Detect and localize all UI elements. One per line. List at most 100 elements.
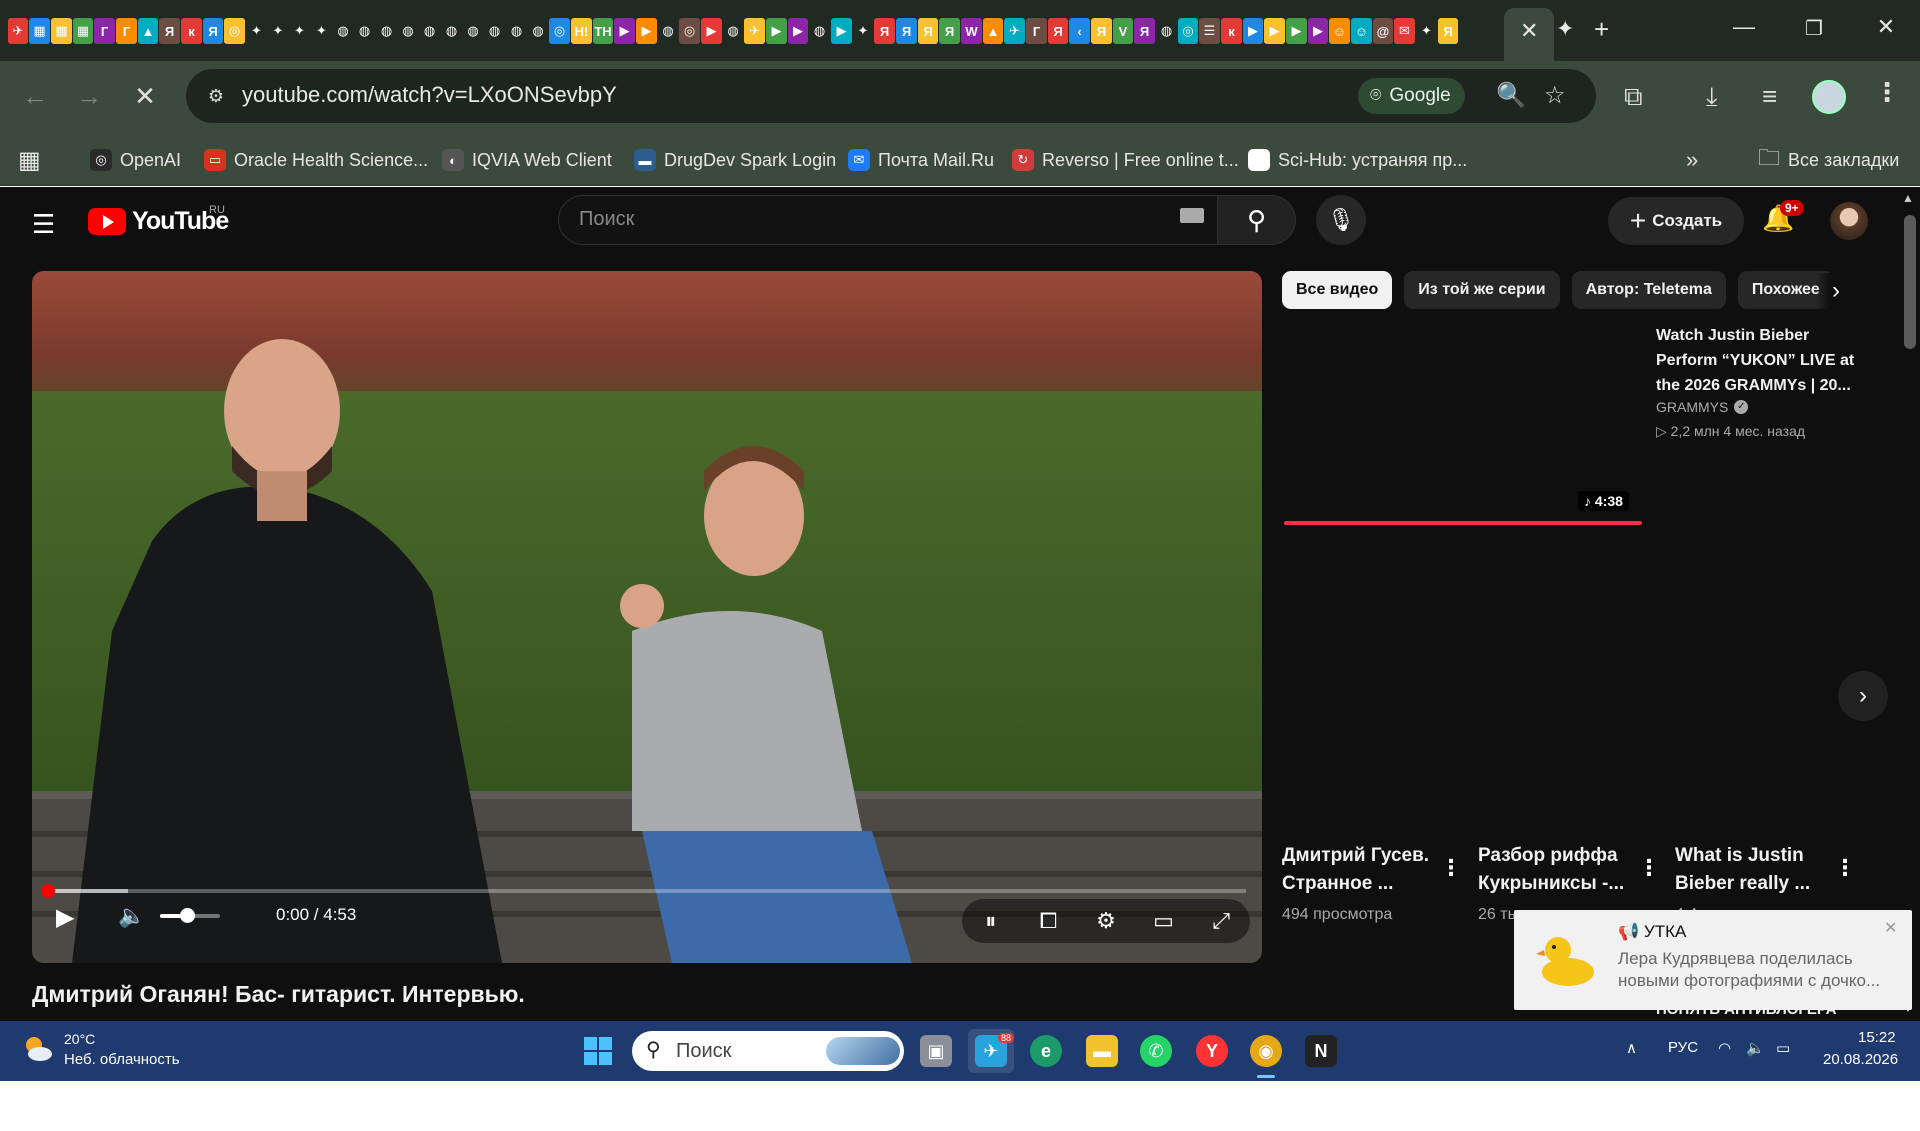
pinned-tab[interactable]: ▶ <box>614 18 635 44</box>
notion-like-app-icon[interactable]: N <box>1305 1035 1337 1067</box>
pinned-tab[interactable]: ▶ <box>766 18 787 44</box>
pinned-tab[interactable]: Г <box>116 18 137 44</box>
new-tab-button[interactable]: + <box>1594 14 1609 45</box>
chrome-icon[interactable]: ◉ <box>1250 1035 1282 1067</box>
restore-button[interactable]: ❐ <box>1794 16 1834 41</box>
recommendation-title[interactable]: Watch Justin Bieber Perform “YUKON” LIVE… <box>1656 323 1866 398</box>
media-controls-icon[interactable]: ≡ <box>1762 81 1777 112</box>
settings-gear-icon[interactable]: ⚙ <box>1082 908 1130 934</box>
pinned-tab[interactable]: ▦ <box>73 18 93 44</box>
play-button[interactable]: ▶ <box>56 903 74 932</box>
pinned-tab[interactable]: ◍ <box>419 18 440 44</box>
address-bar[interactable]: ⚙ youtube.com/watch?v=LXoONSevbpY ⌾ Goog… <box>186 69 1596 123</box>
filter-chip[interactable]: Все видео <box>1282 271 1393 309</box>
pinned-tab[interactable]: Я <box>1134 18 1155 44</box>
bookmark-item[interactable]: ▬ DrugDev Spark Login <box>634 146 836 174</box>
scroll-up-arrow-icon[interactable]: ▲ <box>1902 191 1914 205</box>
voice-search-button[interactable]: 🎙 <box>1316 195 1366 245</box>
apps-grid-icon[interactable]: ▦ <box>18 146 41 174</box>
site-info-icon[interactable]: ⚙ <box>200 80 232 112</box>
weather-description[interactable]: Неб. облачность <box>64 1051 180 1068</box>
clock-date[interactable]: 20.08.2026 <box>1823 1051 1898 1068</box>
pinned-tab[interactable]: Я <box>1048 18 1068 44</box>
pinned-tab[interactable]: ☺ <box>1329 18 1350 44</box>
pinned-tab[interactable]: ✈ <box>1004 18 1025 44</box>
bookmark-item[interactable]: ▭ Oracle Health Science... <box>204 146 428 174</box>
pinned-tab[interactable]: ◎ <box>1178 18 1198 44</box>
pinned-tab[interactable]: ▲ <box>138 18 158 44</box>
pinned-tab[interactable]: ▦ <box>51 18 72 44</box>
pinned-tab[interactable]: ‹ <box>1069 18 1090 44</box>
tray-chevron-icon[interactable]: ∧ <box>1626 1039 1637 1057</box>
guide-menu-icon[interactable]: ☰ <box>32 209 55 240</box>
pinned-tab[interactable]: ✦ <box>246 18 267 44</box>
weather-temperature[interactable]: 20°C <box>64 1031 95 1047</box>
pinned-tab[interactable]: ◍ <box>398 18 418 44</box>
pinned-tab[interactable]: ◍ <box>354 18 375 44</box>
pinned-tab[interactable]: ◍ <box>376 18 397 44</box>
pinned-tab[interactable]: ◎ <box>679 18 700 44</box>
pinned-tab[interactable]: Я <box>1091 18 1112 44</box>
volume-tray-icon[interactable]: 🔈 <box>1746 1039 1765 1057</box>
bookmarks-more-button[interactable]: » <box>1686 146 1698 174</box>
pinned-tab[interactable]: ▦ <box>29 18 50 44</box>
edge-browser-icon[interactable]: e <box>1030 1035 1062 1067</box>
yandex-browser-icon[interactable]: Y <box>1196 1035 1228 1067</box>
recommendation-channel[interactable]: GRAMMYS ✓ <box>1656 399 1749 415</box>
pinned-tab[interactable]: к <box>181 18 202 44</box>
battery-icon[interactable]: ▭ <box>1776 1039 1790 1057</box>
pinned-tab[interactable]: ▲ <box>983 18 1003 44</box>
chrome-menu-icon[interactable]: ⋮ <box>1874 77 1900 108</box>
pinned-tab[interactable]: ✉ <box>1394 18 1415 44</box>
bookmark-item[interactable]: Sci-Hub: устраняя пр... <box>1248 146 1467 174</box>
account-avatar[interactable] <box>1830 202 1868 240</box>
pinned-tab[interactable]: ✈ <box>744 18 765 44</box>
filter-chip[interactable]: Из той же серии <box>1404 271 1560 309</box>
theater-mode-icon[interactable]: ▭ <box>1140 908 1188 934</box>
start-button-windows-icon[interactable] <box>584 1037 612 1065</box>
pinned-tab[interactable]: Я <box>1438 18 1458 44</box>
pinned-tab[interactable]: ◍ <box>333 18 353 44</box>
pinned-tab[interactable]: ▶ <box>636 18 657 44</box>
fullscreen-icon[interactable]: ⤢ <box>1197 908 1245 934</box>
pinned-tab[interactable]: ▶ <box>788 18 808 44</box>
notification-toast[interactable]: 📢 УТКА Лера Кудрявцева поделилась новыми… <box>1514 910 1912 1010</box>
pinned-tab[interactable]: W <box>961 18 982 44</box>
pinned-tab[interactable]: Г <box>1026 18 1047 44</box>
pinned-tab[interactable]: ◍ <box>809 18 830 44</box>
profile-avatar[interactable] <box>1812 80 1846 114</box>
card-more-actions-icon[interactable]: ⋮ <box>1834 855 1856 881</box>
filter-chip[interactable]: Автор: Teletema <box>1571 271 1726 309</box>
weather-cloud-sun-icon[interactable] <box>22 1033 54 1065</box>
volume-slider-knob[interactable] <box>180 908 195 923</box>
pinned-tab[interactable]: ▶ <box>701 18 722 44</box>
pinned-tab[interactable]: ◍ <box>506 18 527 44</box>
pinned-tab[interactable]: Я <box>203 18 223 44</box>
tab-close-icon[interactable]: ✕ <box>1520 20 1538 42</box>
pinned-tab[interactable]: ◍ <box>723 18 743 44</box>
subtitles-icon[interactable]: ⧠ <box>1024 908 1072 934</box>
pinned-tab[interactable]: Я <box>896 18 917 44</box>
pinned-tab[interactable]: ✦ <box>311 18 332 44</box>
clock-time[interactable]: 15:22 <box>1858 1029 1896 1046</box>
pinned-tab[interactable]: ✦ <box>289 18 310 44</box>
card-more-actions-icon[interactable]: ⋮ <box>1440 855 1462 881</box>
search-field[interactable] <box>558 195 1218 245</box>
autoplay-toggle-icon[interactable]: ⏸ <box>967 908 1015 934</box>
all-bookmarks-button[interactable]: 🗀 Все закладки <box>1758 145 1899 174</box>
zoom-icon[interactable]: 🔍 <box>1496 81 1526 110</box>
video-scrubber-handle[interactable] <box>41 884 55 898</box>
sparkle-tab-icon[interactable]: ✦ <box>1556 16 1574 42</box>
pinned-tab[interactable]: ◍ <box>463 18 483 44</box>
scrollbar-thumb[interactable] <box>1904 215 1916 349</box>
whatsapp-icon[interactable]: ✆ <box>1140 1035 1172 1067</box>
video-player[interactable]: ▶ 🔈 0:00 / 4:53 ⏸ ⧠ ⚙ ▭ ⤢ <box>32 271 1262 963</box>
pinned-tab[interactable]: ◍ <box>441 18 462 44</box>
pinned-tab[interactable]: к <box>1221 18 1242 44</box>
pinned-tab[interactable]: ◍ <box>528 18 548 44</box>
pinned-tab[interactable]: ✦ <box>853 18 873 44</box>
pinned-tab[interactable]: ▶ <box>1286 18 1307 44</box>
download-icon[interactable]: ⤓ <box>1706 81 1718 113</box>
file-explorer-icon[interactable]: ▬ <box>1086 1035 1118 1067</box>
input-language[interactable]: РУС <box>1668 1039 1698 1056</box>
